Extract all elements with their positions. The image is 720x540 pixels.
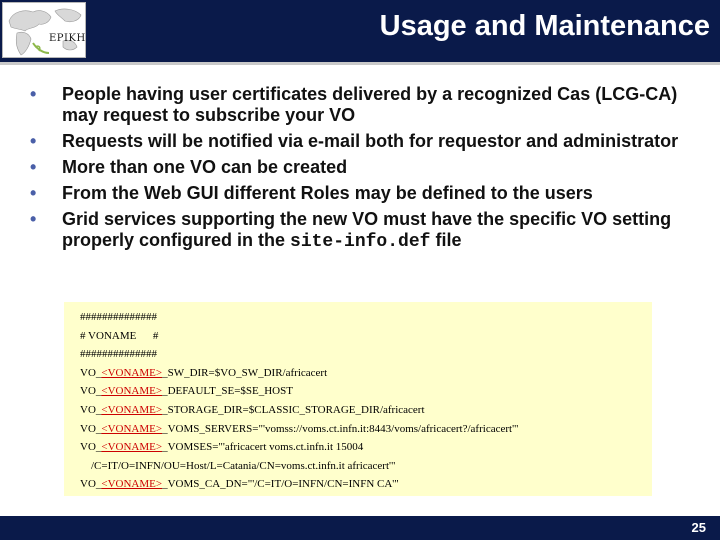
code-line: VO_<VONAME>_SW_DIR=$VO_SW_DIR/africacert — [80, 364, 652, 383]
code-line: /C=IT/O=INFN/OU=Host/L=Catania/CN=voms.c… — [80, 459, 396, 472]
code-suffix: _DEFAULT_SE=$SE_HOST — [162, 385, 293, 398]
code-prefix: VO_ — [80, 403, 102, 416]
code-prefix: VO_ — [80, 385, 102, 398]
code-suffix: _VOMS_CA_DN="'/C=IT/O=INFN/CN=INFN CA'" — [162, 478, 399, 491]
slide-title: Usage and Maintenance — [379, 10, 710, 42]
bullet-text: More than one VO can be created — [62, 157, 348, 177]
bullet-item: • Requests will be notified via e-mail bo… — [30, 131, 690, 152]
code-line: ############## — [80, 348, 157, 361]
code-prefix: VO_ — [80, 441, 102, 454]
bullet-item: • From the Web GUI different Roles may be… — [30, 183, 690, 204]
bullet-dot: • — [30, 84, 37, 104]
code-suffix: _SW_DIR=$VO_SW_DIR/africacert — [162, 366, 328, 379]
page-number: 25 — [691, 520, 706, 535]
code-prefix: VO_ — [80, 422, 102, 435]
voname-placeholder: <VONAME> — [101, 478, 163, 491]
slide-footer: 25 — [0, 516, 720, 540]
inline-code-filename: site-info.def — [290, 232, 431, 252]
bullet-dot: • — [30, 209, 37, 229]
voname-placeholder: <VONAME> — [101, 366, 163, 379]
code-line: # VONAME # — [80, 329, 159, 342]
voname-placeholder: <VONAME> — [101, 385, 163, 398]
code-line: ############## — [80, 311, 157, 323]
bullet-list: • People having user certificates deliver… — [30, 84, 690, 258]
code-line: VO_<VONAME>_VOMSES="'africacert voms.ct.… — [80, 438, 652, 457]
bullet-text: From the Web GUI different Roles may be … — [62, 183, 593, 203]
code-line: VO_<VONAME>_STORAGE_DIR=$CLASSIC_STORAGE… — [80, 401, 652, 420]
voname-placeholder: <VONAME> — [101, 422, 163, 435]
code-line: VO_<VONAME>_VOMS_CA_DN="'/C=IT/O=INFN/CN… — [80, 475, 652, 494]
voname-placeholder: <VONAME> — [101, 441, 163, 454]
voname-placeholder: <VONAME> — [101, 403, 163, 416]
bullet-text: People having user certificates delivere… — [62, 84, 678, 125]
code-suffix: _VOMS_SERVERS="'vomss://voms.ct.infn.it:… — [162, 422, 519, 435]
globe-map-icon — [8, 8, 82, 56]
code-line: VO_<VONAME>_VOMS_SERVERS="'vomss://voms.… — [80, 420, 652, 439]
bullet-item: • People having user certificates deliver… — [30, 84, 690, 126]
logo-text: EPIKH — [49, 33, 86, 44]
code-prefix: VO_ — [80, 478, 102, 491]
bullet-text: Requests will be notified via e-mail bot… — [62, 131, 679, 151]
bullet-dot: • — [30, 131, 37, 151]
bullet-dot: • — [30, 157, 37, 177]
bullet-item: • More than one VO can be created — [30, 157, 690, 178]
code-suffix: _STORAGE_DIR=$CLASSIC_STORAGE_DIR/africa… — [162, 403, 425, 416]
code-prefix: VO_ — [80, 366, 102, 379]
bullet-item: • Grid services supporting the new VO mus… — [30, 209, 690, 253]
code-suffix: _VOMSES="'africacert voms.ct.infn.it 150… — [162, 441, 364, 454]
bullet-text-after: file — [430, 230, 462, 250]
config-code-block: ############## # VONAME # ##############… — [64, 302, 652, 496]
slide-header: EPIKH Usage and Maintenance — [0, 0, 720, 65]
code-line: VO_<VONAME>_DEFAULT_SE=$SE_HOST — [80, 382, 652, 401]
epikh-logo: EPIKH — [2, 2, 86, 58]
bullet-dot: • — [30, 183, 37, 203]
